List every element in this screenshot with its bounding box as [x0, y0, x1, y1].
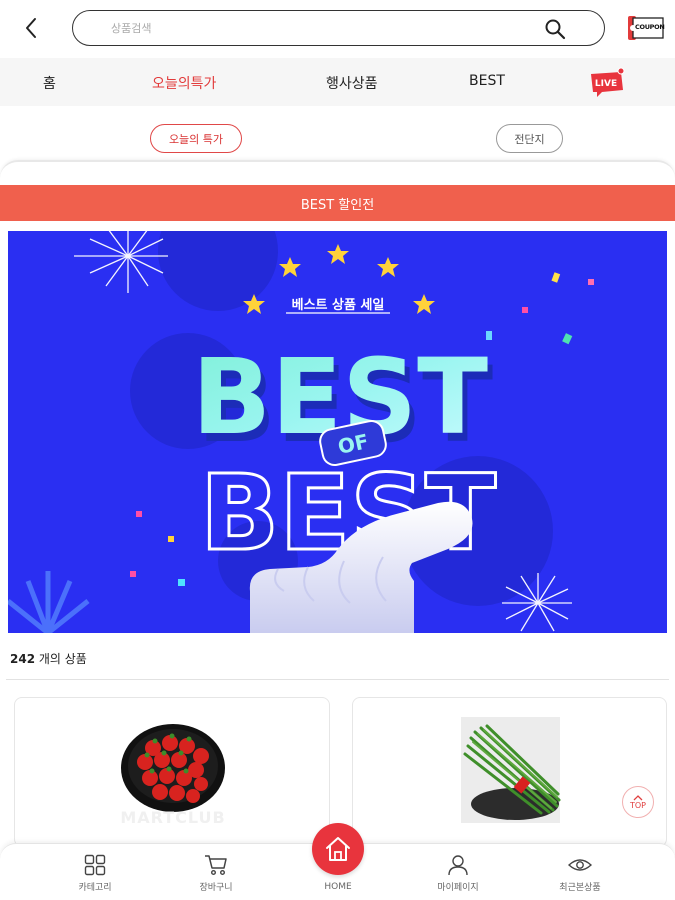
category-nav: 홈 오늘의특가 행사상품 BEST LIVE: [0, 58, 675, 106]
cart-icon: [205, 855, 227, 876]
live-label: LIVE: [595, 79, 617, 89]
nav-item-best[interactable]: BEST: [469, 73, 505, 89]
live-button[interactable]: LIVE: [588, 66, 626, 98]
bottom-nav-label: 최근본상품: [559, 883, 601, 893]
home-icon: [326, 837, 350, 861]
product-count-number: 242: [10, 652, 36, 666]
search-icon[interactable]: [544, 18, 566, 40]
live-badge-icon: LIVE: [591, 67, 625, 97]
eye-icon: [568, 859, 592, 871]
search-input[interactable]: [111, 18, 511, 38]
bottom-nav-cart[interactable]: 장바구니: [176, 854, 256, 893]
nav-item-today-deals[interactable]: 오늘의특가: [152, 73, 216, 93]
scroll-to-top-button[interactable]: TOP: [622, 786, 654, 818]
product-count-suffix: 개의 상품: [35, 652, 87, 666]
section-banner: BEST 할인전: [0, 185, 675, 221]
promo-banner-image[interactable]: 베스트 상품 세일 BEST BEST BEST OF: [8, 231, 667, 633]
top-bar: COUPON: [0, 0, 675, 56]
person-icon: [448, 855, 468, 876]
bottom-nav-recent[interactable]: 최근본상품: [540, 854, 620, 893]
subtab-today-deals[interactable]: 오늘의 특가: [150, 124, 242, 153]
home-label: HOME: [324, 882, 352, 892]
subtab-flyer[interactable]: 전단지: [496, 124, 563, 153]
coupon-label: COUPON: [635, 23, 665, 31]
bottom-nav-label: 장바구니: [199, 883, 233, 893]
chives-image: [461, 717, 561, 823]
bottom-nav-label: 카테고리: [78, 883, 112, 893]
grid-icon: [84, 854, 106, 876]
bottom-nav-label: 마이페이지: [437, 883, 479, 893]
bottom-nav-category[interactable]: 카테고리: [55, 854, 135, 893]
divider: [6, 679, 669, 680]
product-count: 242 개의 상품: [10, 650, 87, 667]
product-watermark: MARTCLUB: [120, 808, 226, 827]
sub-tabs: 오늘의 특가 전단지: [0, 106, 675, 162]
chevron-left-icon: [26, 18, 36, 38]
product-card[interactable]: MARTCLUB: [14, 697, 330, 847]
home-button[interactable]: [312, 823, 364, 875]
product-card[interactable]: [352, 697, 667, 847]
top-label: TOP: [629, 800, 646, 810]
nav-item-home[interactable]: 홈: [43, 73, 56, 93]
back-button[interactable]: [18, 14, 44, 42]
nav-item-event-products[interactable]: 행사상품: [326, 73, 378, 93]
bottom-nav-mypage[interactable]: 마이페이지: [418, 854, 498, 893]
search-box[interactable]: [72, 10, 605, 46]
promo-artwork: 베스트 상품 세일 BEST BEST BEST OF: [8, 231, 667, 633]
coupon-button[interactable]: COUPON: [627, 14, 665, 42]
promo-subtitle: 베스트 상품 세일: [292, 298, 385, 313]
